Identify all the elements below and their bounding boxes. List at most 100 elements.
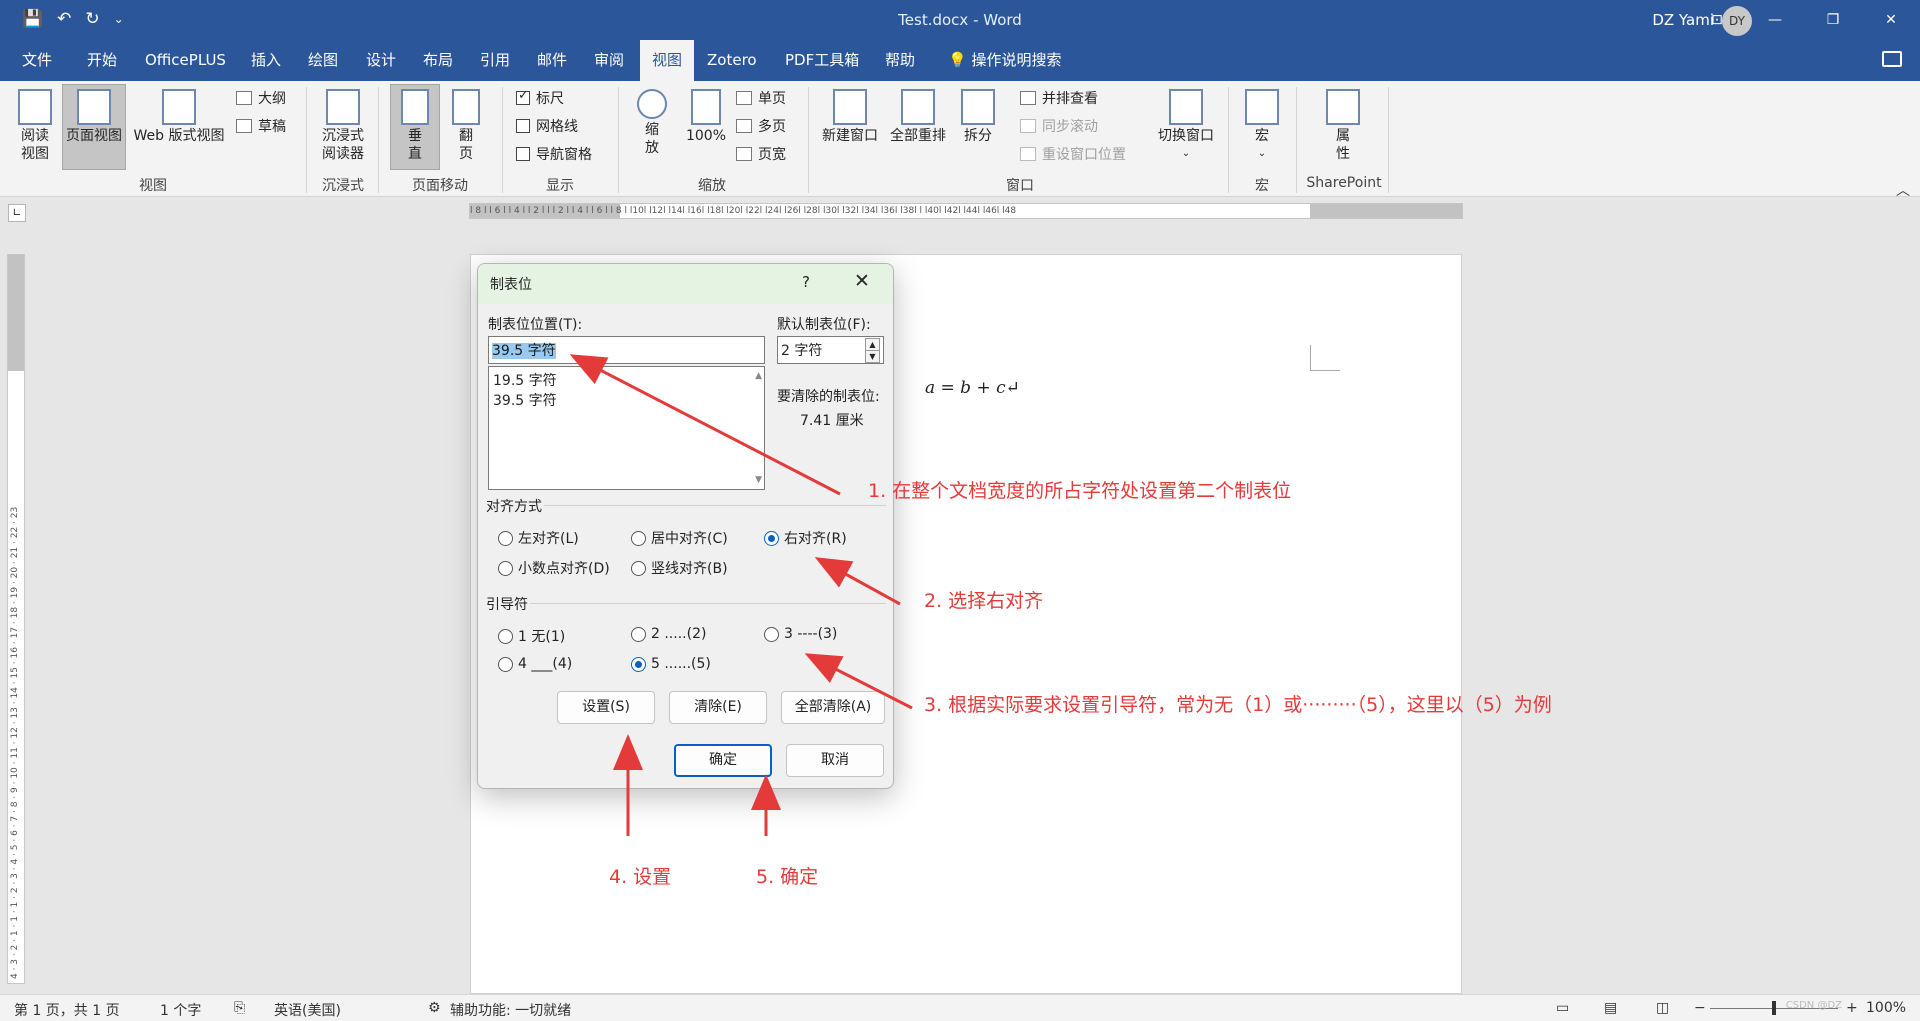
zoom-slider-thumb[interactable] [1772, 1001, 1776, 1015]
align-right-radio[interactable]: 右对齐(R) [764, 528, 847, 548]
horizontal-ruler[interactable]: l 8 l l 6 l l 4 l l 2 l l l 2 l l 4 l l … [469, 203, 1463, 219]
leader-middle-dots-radio[interactable]: 5 ......(5) [631, 656, 711, 672]
language[interactable]: 英语(美国) [274, 1000, 341, 1020]
accessibility-status[interactable]: 辅助功能: 一切就绪 [450, 1000, 571, 1020]
word-count[interactable]: 1 个字 [160, 1000, 201, 1020]
multiple-pages-button[interactable]: 多页 [736, 115, 786, 137]
tab-mailings[interactable]: 邮件 [537, 40, 567, 81]
print-layout-status-icon[interactable]: ▤ [1604, 1000, 1617, 1016]
properties-button[interactable]: 属 性 [1318, 89, 1368, 163]
tab-draw[interactable]: 绘图 [308, 40, 338, 81]
ribbon-display-icon[interactable]: ⊡ [1688, 0, 1746, 40]
read-mode-button[interactable]: 阅读 视图 [12, 89, 58, 163]
tab-officeplus[interactable]: OfficePLUS [145, 40, 226, 81]
align-left-radio[interactable]: 左对齐(L) [498, 528, 579, 548]
radio-circle[interactable] [498, 530, 513, 546]
gridlines-checkbox[interactable]: 网格线 [516, 115, 578, 137]
clear-all-button[interactable]: 全部清除(A) [781, 691, 885, 724]
leader-none-radio[interactable]: 1 无(1) [498, 626, 565, 646]
one-page-button[interactable]: 单页 [736, 87, 786, 109]
radio-circle[interactable] [631, 530, 646, 546]
tab-insert[interactable]: 插入 [251, 40, 281, 81]
page-width-button[interactable]: 页宽 [736, 143, 786, 165]
tab-layout[interactable]: 布局 [423, 40, 453, 81]
tab-pdf-toolbox[interactable]: PDF工具箱 [785, 40, 859, 81]
new-window-button[interactable]: 新建窗口 [818, 89, 882, 145]
web-layout-status-icon[interactable]: ◫ [1656, 1000, 1669, 1016]
draft-button[interactable]: 草稿 [236, 115, 286, 137]
nav-pane-check[interactable] [516, 147, 530, 161]
vertical-ruler[interactable]: 4 · 3 · 2 · 1 · 1 · 1 · 2 · 3 · 4 · 5 · … [7, 254, 25, 984]
clear-button[interactable]: 清除(E) [669, 691, 767, 724]
zoom-button[interactable]: 缩 放 [630, 89, 674, 157]
radio-circle[interactable] [631, 560, 646, 576]
tab-zotero[interactable]: Zotero [707, 40, 757, 81]
comments-icon[interactable] [1882, 51, 1902, 67]
radio-circle-selected[interactable] [764, 530, 779, 546]
list-item[interactable]: 39.5 字符 [493, 390, 760, 410]
leader-underline-radio[interactable]: 4 ___(4) [498, 656, 572, 672]
cancel-button[interactable]: 取消 [786, 744, 884, 777]
scroll-up-icon[interactable]: ▲ [755, 371, 762, 381]
zoom-level[interactable]: 100% [1866, 1000, 1906, 1016]
help-icon[interactable]: ? [802, 273, 810, 291]
tab-references[interactable]: 引用 [480, 40, 510, 81]
ruler-checkbox[interactable]: 标尺 [516, 87, 564, 109]
set-button[interactable]: 设置(S) [557, 691, 655, 724]
tab-help[interactable]: 帮助 [885, 40, 915, 81]
close-icon[interactable]: ✕ [1862, 0, 1920, 40]
default-tab-stops-input[interactable]: 2 字符 ▲ ▼ [777, 336, 884, 364]
scroll-down-icon[interactable]: ▼ [755, 475, 762, 485]
minimize-icon[interactable]: — [1746, 0, 1804, 40]
radio-circle[interactable] [498, 656, 513, 672]
ruler-margin-right [1310, 204, 1462, 218]
immersive-reader-button[interactable]: 沉浸式 阅读器 [316, 89, 370, 163]
side-to-side-button[interactable]: 翻 页 [446, 89, 486, 163]
tab-stop-list[interactable]: 19.5 字符 39.5 字符 ▲ ▼ [488, 366, 765, 490]
tab-view[interactable]: 视图 [640, 40, 694, 81]
leader-dashes-radio[interactable]: 3 ----(3) [764, 626, 837, 642]
ok-button[interactable]: 确定 [674, 744, 772, 777]
spin-down-icon[interactable]: ▼ [865, 350, 880, 363]
zoom-out-icon[interactable]: − [1694, 1000, 1706, 1016]
tab-file[interactable]: 文件 [22, 40, 52, 81]
macros-button[interactable]: 宏 ⌄ [1240, 89, 1284, 163]
switch-windows-button[interactable]: 切换窗口 ⌄ [1154, 89, 1218, 163]
radio-circle[interactable] [498, 628, 513, 644]
outline-button[interactable]: 大纲 [236, 87, 286, 109]
zoom-in-icon[interactable]: + [1846, 1000, 1858, 1016]
split-button[interactable]: 拆分 [956, 89, 1000, 145]
print-layout-button[interactable]: 页面视图 [62, 84, 126, 170]
immersive-reader-icon [326, 89, 360, 125]
restore-icon[interactable]: ❐ [1804, 0, 1862, 40]
gridlines-check[interactable] [516, 119, 530, 133]
tab-stop-position-input[interactable]: 39.5 字符 [488, 336, 765, 364]
leader-dots-radio[interactable]: 2 .....(2) [631, 626, 706, 642]
zoom-100-button[interactable]: 100% [684, 89, 728, 145]
radio-circle-selected[interactable] [631, 656, 646, 672]
web-layout-button[interactable]: Web 版式视图 [128, 89, 230, 145]
tab-selector-icon[interactable]: ∟ [8, 204, 26, 222]
tab-home[interactable]: 开始 [87, 40, 117, 81]
align-center-radio[interactable]: 居中对齐(C) [631, 528, 728, 548]
proofing-icon[interactable]: ⎘ [234, 1000, 245, 1016]
radio-circle[interactable] [498, 560, 513, 576]
list-item[interactable]: 19.5 字符 [493, 370, 760, 390]
ruler-check[interactable] [516, 88, 530, 105]
read-mode-status-icon[interactable]: ▭ [1556, 1000, 1569, 1016]
dialog-close-icon[interactable]: ✕ [854, 270, 870, 292]
tab-design[interactable]: 设计 [366, 40, 396, 81]
nav-pane-checkbox[interactable]: 导航窗格 [516, 143, 592, 165]
equation[interactable]: a = b + c↵ [925, 378, 1020, 398]
side-by-side-icon [1020, 91, 1036, 105]
align-bar-radio[interactable]: 竖线对齐(B) [631, 558, 728, 578]
align-decimal-radio[interactable]: 小数点对齐(D) [498, 558, 610, 578]
view-side-by-side-button[interactable]: 并排查看 [1020, 87, 1098, 109]
vertical-button[interactable]: 垂 直 [390, 84, 440, 170]
tell-me-search[interactable]: 💡 操作说明搜索 [948, 40, 1061, 81]
radio-circle[interactable] [631, 626, 646, 642]
tab-review[interactable]: 审阅 [594, 40, 624, 81]
radio-circle[interactable] [764, 626, 779, 642]
page-count[interactable]: 第 1 页，共 1 页 [14, 1000, 120, 1020]
arrange-all-button[interactable]: 全部重排 [886, 89, 950, 145]
